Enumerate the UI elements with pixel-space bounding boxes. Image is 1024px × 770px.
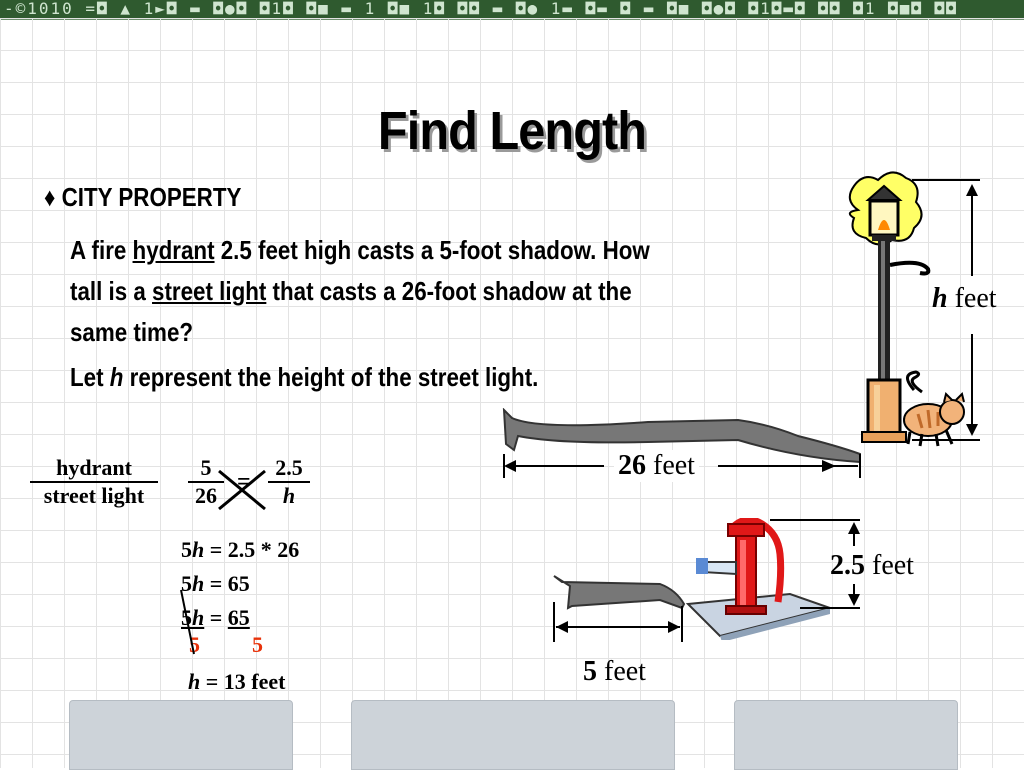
shadow-5-label: 5 feet: [583, 656, 646, 687]
street-light-term: street light: [152, 276, 267, 306]
let-statement: Let h represent the height of the street…: [70, 362, 538, 393]
let-variable: h: [109, 362, 124, 392]
height-label: h feet: [932, 283, 997, 314]
nav-button-right[interactable]: [734, 700, 958, 770]
ratio-left-num: hydrant: [30, 455, 158, 483]
diamond-bullet-icon: ♦: [44, 182, 56, 212]
slide-title: Find Length: [377, 101, 647, 161]
ratio-right-den: h: [282, 483, 296, 508]
ratio-right: 2.5 h: [268, 455, 310, 509]
bullet-text: CITY PROPERTY: [61, 182, 242, 212]
ratio-left: hydrant street light: [28, 455, 160, 509]
ratio-left-den: street light: [43, 483, 145, 508]
shadow-26-label: 26 feet: [614, 450, 699, 482]
header-strip: -©1010 =◘ ▲ 1►◘ ▬ ◘●◘ ◘1◘ ◘■ ▬ 1 ◘■ 1◘ ◘…: [0, 0, 1024, 20]
nav-button-left[interactable]: [69, 700, 293, 770]
let-part: represent the height of the street light…: [123, 362, 539, 392]
solution-steps: 5h = 2.5 * 26 5h = 65 5h = 65 5 5 h = 13…: [181, 533, 299, 699]
cross-multiply-icon: [218, 469, 266, 511]
step-2: 5h = 65: [181, 571, 250, 596]
bullet-heading: ♦ CITY PROPERTY: [44, 182, 241, 213]
hydrant-height-label: 2.5 feet: [830, 550, 914, 581]
hydrant-shadow: [553, 575, 686, 642]
step-3: 5h = 65: [181, 605, 250, 630]
ratio-right-num: 2.5: [268, 455, 310, 483]
header-strip-text: -©1010 =◘ ▲ 1►◘ ▬ ◘●◘ ◘1◘ ◘■ ▬ 1 ◘■ 1◘ ◘…: [4, 0, 958, 18]
problem-part: A fire: [70, 235, 133, 265]
step-5: h = 13 feet: [188, 669, 286, 694]
hydrant-term: hydrant: [132, 235, 215, 265]
step-4: 5 5: [181, 632, 299, 665]
let-part: Let: [70, 362, 110, 392]
nav-button-middle[interactable]: [351, 700, 675, 770]
problem-text: A fire hydrant 2.5 feet high casts a 5-f…: [70, 230, 672, 353]
divisor-right: 5: [252, 632, 263, 657]
step-1: 5h = 2.5 * 26: [181, 537, 300, 562]
cancel-slash-icon: [180, 589, 195, 655]
